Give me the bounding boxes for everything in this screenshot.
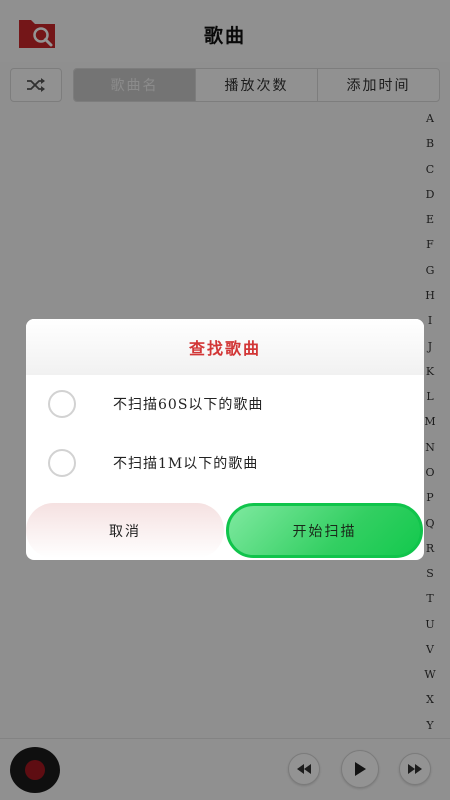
option-label: 不扫描1M以下的歌曲	[113, 456, 259, 472]
cancel-button[interactable]: 取消	[26, 503, 224, 558]
radio-button[interactable]	[48, 449, 76, 477]
dialog-header: 查找歌曲	[26, 319, 424, 375]
option-skip-under-1m[interactable]: 不扫描1M以下的歌曲	[26, 443, 424, 483]
start-scan-button[interactable]: 开始扫描	[226, 503, 423, 558]
dialog-title: 查找歌曲	[188, 339, 261, 358]
option-skip-under-60s[interactable]: 不扫描60S以下的歌曲	[26, 384, 424, 424]
option-label: 不扫描60S以下的歌曲	[113, 397, 264, 413]
scan-songs-dialog: 查找歌曲 不扫描60S以下的歌曲 不扫描1M以下的歌曲 取消 开始扫描	[26, 319, 424, 560]
radio-button[interactable]	[48, 390, 76, 418]
